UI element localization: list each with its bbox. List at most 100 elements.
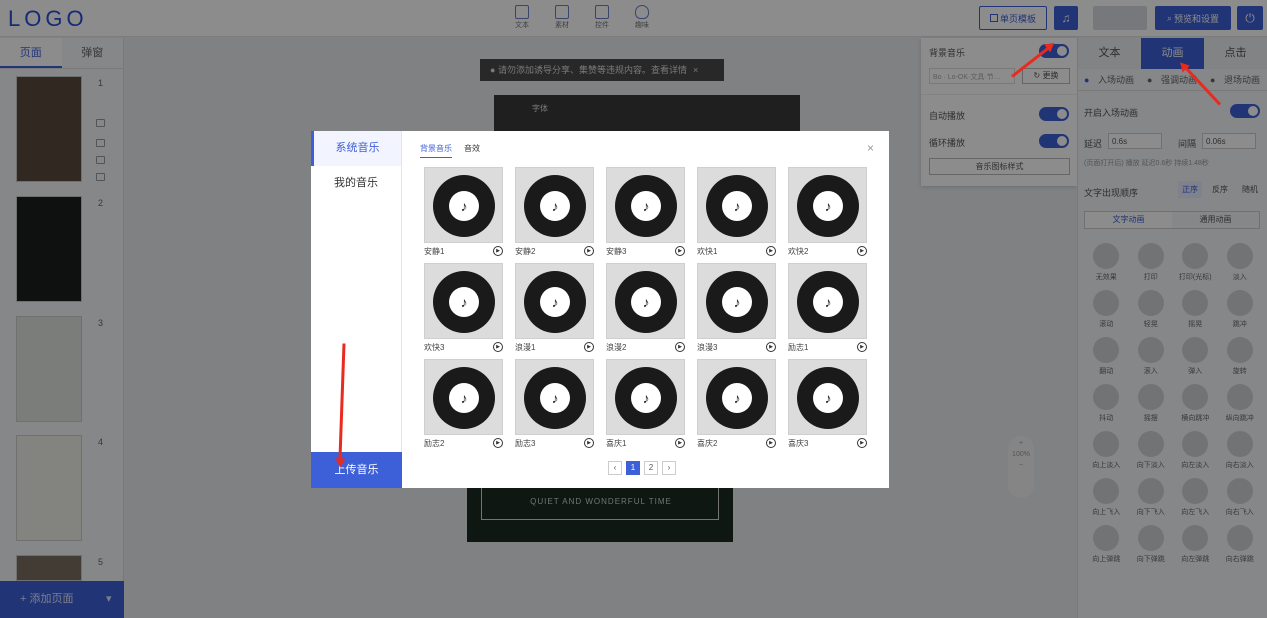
track-name: 励志3 bbox=[515, 438, 536, 448]
track-cover[interactable]: ♪ bbox=[697, 263, 776, 339]
track-label-row: 欢快1 ▶ bbox=[697, 243, 776, 259]
track-cover[interactable]: ♪ bbox=[515, 359, 594, 435]
track-name: 喜庆2 bbox=[697, 438, 718, 448]
track-label-row: 浪漫2 ▶ bbox=[606, 339, 685, 355]
track-name: 安静3 bbox=[606, 246, 627, 256]
play-icon[interactable]: ▶ bbox=[857, 438, 867, 448]
track-cover[interactable]: ♪ bbox=[606, 167, 685, 243]
play-icon[interactable]: ▶ bbox=[675, 246, 685, 256]
upload-music-button[interactable]: 上传音乐 bbox=[311, 452, 402, 488]
track-label-row: 喜庆2 ▶ bbox=[697, 435, 776, 451]
track-cover[interactable]: ♪ bbox=[606, 359, 685, 435]
track-cover[interactable]: ♪ bbox=[424, 359, 503, 435]
track-card[interactable]: ♪ 浪漫3 ▶ bbox=[697, 263, 776, 355]
track-card[interactable]: ♪ 浪漫2 ▶ bbox=[606, 263, 685, 355]
track-card[interactable]: ♪ 喜庆1 ▶ bbox=[606, 359, 685, 451]
vinyl-icon: ♪ bbox=[797, 175, 859, 237]
system-music-tab[interactable]: 系统音乐 bbox=[311, 131, 401, 166]
play-icon[interactable]: ▶ bbox=[584, 438, 594, 448]
track-label-row: 安静3 ▶ bbox=[606, 243, 685, 259]
track-cover[interactable]: ♪ bbox=[515, 263, 594, 339]
vinyl-icon: ♪ bbox=[433, 367, 495, 429]
vinyl-icon: ♪ bbox=[706, 367, 768, 429]
play-icon[interactable]: ▶ bbox=[766, 438, 776, 448]
track-card[interactable]: ♪ 安静2 ▶ bbox=[515, 167, 594, 259]
track-cover[interactable]: ♪ bbox=[424, 167, 503, 243]
tab-sound-effects[interactable]: 音效 bbox=[464, 143, 480, 158]
track-card[interactable]: ♪ 励志3 ▶ bbox=[515, 359, 594, 451]
track-cover[interactable]: ♪ bbox=[515, 167, 594, 243]
vinyl-icon: ♪ bbox=[706, 175, 768, 237]
vinyl-icon: ♪ bbox=[524, 175, 586, 237]
track-cover[interactable]: ♪ bbox=[424, 263, 503, 339]
track-cover[interactable]: ♪ bbox=[788, 359, 867, 435]
track-name: 欢快2 bbox=[788, 246, 809, 256]
track-card[interactable]: ♪ 励志1 ▶ bbox=[788, 263, 867, 355]
track-cover[interactable]: ♪ bbox=[788, 167, 867, 243]
track-cover[interactable]: ♪ bbox=[697, 167, 776, 243]
track-label-row: 浪漫3 ▶ bbox=[697, 339, 776, 355]
track-name: 励志2 bbox=[424, 438, 445, 448]
page-2[interactable]: 2 bbox=[644, 461, 658, 475]
track-card[interactable]: ♪ 安静3 ▶ bbox=[606, 167, 685, 259]
music-note-icon: ♪ bbox=[540, 383, 570, 413]
tab-bg-music[interactable]: 背景音乐 bbox=[420, 143, 452, 158]
track-card[interactable]: ♪ 喜庆3 ▶ bbox=[788, 359, 867, 451]
track-cover[interactable]: ♪ bbox=[788, 263, 867, 339]
track-card[interactable]: ♪ 欢快1 ▶ bbox=[697, 167, 776, 259]
music-note-icon: ♪ bbox=[813, 287, 843, 317]
track-label-row: 安静2 ▶ bbox=[515, 243, 594, 259]
music-note-icon: ♪ bbox=[540, 191, 570, 221]
music-note-icon: ♪ bbox=[813, 383, 843, 413]
track-card[interactable]: ♪ 浪漫1 ▶ bbox=[515, 263, 594, 355]
track-label-row: 励志2 ▶ bbox=[424, 435, 503, 451]
play-icon[interactable]: ▶ bbox=[766, 342, 776, 352]
play-icon[interactable]: ▶ bbox=[766, 246, 776, 256]
track-name: 欢快3 bbox=[424, 342, 445, 352]
play-icon[interactable]: ▶ bbox=[857, 246, 867, 256]
music-library-modal: 系统音乐 我的音乐 上传音乐 背景音乐 音效 × ♪ 安静1 ▶ ♪ 安静2 ▶ ♪ 安静3 ▶… bbox=[311, 131, 889, 488]
vinyl-icon: ♪ bbox=[433, 271, 495, 333]
track-cover[interactable]: ♪ bbox=[697, 359, 776, 435]
play-icon[interactable]: ▶ bbox=[493, 438, 503, 448]
track-name: 喜庆3 bbox=[788, 438, 809, 448]
track-label-row: 喜庆1 ▶ bbox=[606, 435, 685, 451]
prev-page-icon[interactable]: ‹ bbox=[608, 461, 622, 475]
track-card[interactable]: ♪ 喜庆2 ▶ bbox=[697, 359, 776, 451]
track-card[interactable]: ♪ 励志2 ▶ bbox=[424, 359, 503, 451]
vinyl-icon: ♪ bbox=[524, 271, 586, 333]
music-note-icon: ♪ bbox=[631, 287, 661, 317]
page-1[interactable]: 1 bbox=[626, 461, 640, 475]
vinyl-icon: ♪ bbox=[615, 175, 677, 237]
track-label-row: 励志1 ▶ bbox=[788, 339, 867, 355]
track-card[interactable]: ♪ 欢快3 ▶ bbox=[424, 263, 503, 355]
play-icon[interactable]: ▶ bbox=[493, 246, 503, 256]
close-icon[interactable]: × bbox=[867, 141, 874, 155]
my-music-tab[interactable]: 我的音乐 bbox=[311, 166, 401, 201]
music-note-icon: ♪ bbox=[631, 191, 661, 221]
track-cover[interactable]: ♪ bbox=[606, 263, 685, 339]
track-label-row: 励志3 ▶ bbox=[515, 435, 594, 451]
vinyl-icon: ♪ bbox=[615, 271, 677, 333]
next-page-icon[interactable]: › bbox=[662, 461, 676, 475]
track-grid: ♪ 安静1 ▶ ♪ 安静2 ▶ ♪ 安静3 ▶ ♪ 欢快1 ▶ ♪ 欢快2 ▶ ♪ 欢快3 ▶ ♪ 浪漫1 ▶ ♪ 浪漫2 ▶… bbox=[424, 167, 870, 451]
track-name: 欢快1 bbox=[697, 246, 718, 256]
music-note-icon: ♪ bbox=[722, 287, 752, 317]
play-icon[interactable]: ▶ bbox=[675, 438, 685, 448]
track-name: 安静1 bbox=[424, 246, 445, 256]
play-icon[interactable]: ▶ bbox=[675, 342, 685, 352]
play-icon[interactable]: ▶ bbox=[584, 246, 594, 256]
track-name: 喜庆1 bbox=[606, 438, 627, 448]
track-card[interactable]: ♪ 安静1 ▶ bbox=[424, 167, 503, 259]
play-icon[interactable]: ▶ bbox=[493, 342, 503, 352]
play-icon[interactable]: ▶ bbox=[584, 342, 594, 352]
pagination: ‹ 1 2 › bbox=[608, 461, 676, 475]
vinyl-icon: ♪ bbox=[433, 175, 495, 237]
track-name: 励志1 bbox=[788, 342, 809, 352]
music-note-icon: ♪ bbox=[540, 287, 570, 317]
track-label-row: 浪漫1 ▶ bbox=[515, 339, 594, 355]
track-card[interactable]: ♪ 欢快2 ▶ bbox=[788, 167, 867, 259]
track-label-row: 欢快2 ▶ bbox=[788, 243, 867, 259]
play-icon[interactable]: ▶ bbox=[857, 342, 867, 352]
modal-tabs: 背景音乐 音效 bbox=[420, 143, 480, 158]
